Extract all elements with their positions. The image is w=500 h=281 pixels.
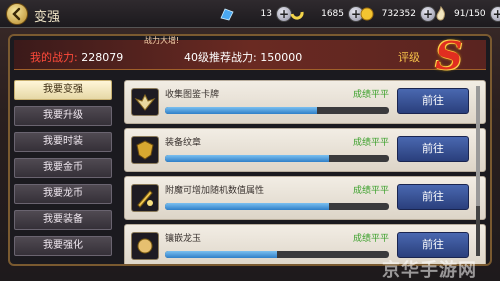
main-panel: 战力大增! 我的战力: 228079 40级推荐战力: 150000 评级 S … (8, 33, 492, 266)
item-name: 镶嵌龙玉 (165, 234, 202, 244)
my-power: 我的战力: 228079 (30, 49, 123, 65)
go-button[interactable]: 前往 (397, 88, 469, 114)
item-name: 收集图鉴卡牌 (165, 90, 220, 100)
item-status: 成绩平平 (353, 234, 390, 244)
recommended-power-value: 150000 (260, 51, 303, 64)
item-name: 附魔可增加随机数值属性 (165, 186, 265, 196)
resource-horn-value: 1685 (321, 9, 344, 19)
my-power-value: 228079 (81, 51, 124, 64)
power-notice: 战力大增! (144, 36, 180, 45)
progress-fill (165, 107, 318, 114)
task-list: 收集图鉴卡牌 成绩平平 前往 装备纹章 成绩平平 前往 附魔可增加随机数值属性 … (124, 80, 486, 264)
power-bar: 战力大增! 我的战力: 228079 40级推荐战力: 150000 评级 S (14, 33, 486, 78)
dragon-jade-icon (131, 232, 159, 260)
item-status: 成绩平平 (353, 138, 390, 148)
progress-bar (165, 155, 389, 162)
list-item: 收集图鉴卡牌 成绩平平 前往 (124, 80, 486, 124)
go-button[interactable]: 前往 (397, 136, 469, 162)
list-scrollbar[interactable] (476, 86, 480, 256)
my-power-label: 我的战力: (30, 51, 78, 64)
item-name: 装备纹章 (165, 138, 202, 148)
resource-gold-value: 732352 (381, 9, 416, 19)
blue-crystal-icon (218, 5, 236, 23)
grade-label: 评级 (398, 51, 420, 64)
back-arrow-icon (12, 7, 21, 21)
list-item: 附魔可增加随机数值属性 成绩平平 前往 (124, 176, 486, 220)
item-status: 成绩平平 (353, 186, 390, 196)
recommended-power: 40级推荐战力: 150000 (184, 49, 302, 65)
sidebar: 我要变强 我要升级 我要时装 我要金币 我要龙币 我要装备 我要强化 (14, 80, 114, 264)
back-button[interactable] (6, 3, 28, 25)
go-button[interactable]: 前往 (397, 232, 469, 258)
sidebar-item-equipment[interactable]: 我要装备 (14, 210, 112, 230)
add-stamina-button[interactable]: + (489, 6, 500, 22)
progress-fill (165, 155, 329, 162)
progress-fill (165, 203, 329, 210)
resource-crystal-value: 13 (260, 9, 272, 19)
progress-bar (165, 107, 389, 114)
progress-bar (165, 203, 389, 210)
sidebar-item-gold[interactable]: 我要金币 (14, 158, 112, 178)
enchant-sword-icon (131, 184, 159, 212)
watermark: 京华手游网 (382, 260, 477, 281)
recommended-power-label: 40级推荐战力: (184, 51, 257, 64)
resource-horn: 1685 + (288, 4, 364, 24)
grade-badge: S (435, 32, 463, 78)
card-wing-icon (131, 88, 159, 116)
stamina-flame-icon (432, 5, 450, 23)
sidebar-item-become-stronger[interactable]: 我要变强 (14, 80, 112, 100)
resource-crystal: 13 + (218, 4, 292, 24)
sidebar-item-dragon-coin[interactable]: 我要龙币 (14, 184, 112, 204)
progress-fill (165, 251, 277, 258)
list-item: 装备纹章 成绩平平 前往 (124, 128, 486, 172)
scroll-thumb[interactable] (476, 86, 480, 206)
gold-coin-icon (358, 5, 376, 23)
shield-emblem-icon (131, 136, 159, 164)
sidebar-item-level-up[interactable]: 我要升级 (14, 106, 112, 126)
resource-stamina: 91/150 + (432, 4, 500, 24)
sidebar-item-fashion[interactable]: 我要时装 (14, 132, 112, 152)
resource-gold: 732352 + (358, 4, 436, 24)
page-title: 变强 (34, 10, 61, 25)
progress-bar (165, 251, 389, 258)
resource-stamina-value: 91/150 (454, 9, 486, 19)
sidebar-item-enhance[interactable]: 我要强化 (14, 236, 112, 256)
top-bar: 变强 13 + 1685 + 732352 + 91/150 + (0, 0, 500, 28)
go-button[interactable]: 前往 (397, 184, 469, 210)
yellow-horn-icon (288, 5, 306, 23)
item-status: 成绩平平 (353, 90, 390, 100)
